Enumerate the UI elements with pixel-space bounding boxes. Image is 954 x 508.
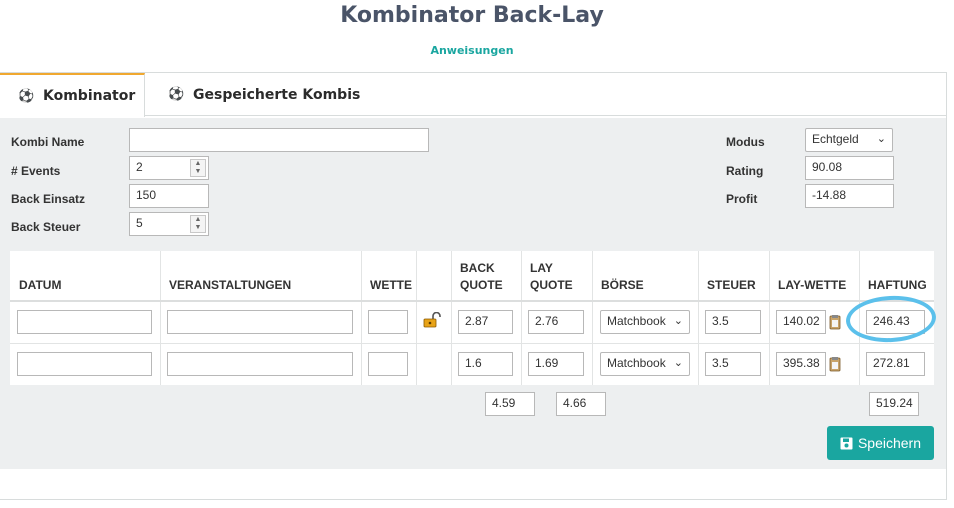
row1-boerse-value: Matchbook bbox=[607, 314, 666, 328]
profit-input[interactable]: -14.88 bbox=[805, 184, 894, 208]
modus-label: Modus bbox=[726, 135, 765, 149]
instructions-link[interactable]: Anweisungen bbox=[0, 44, 944, 57]
tab-kombinator[interactable]: ⚽ Kombinator bbox=[0, 73, 145, 117]
events-stepper[interactable]: ▲ ▼ bbox=[190, 159, 206, 177]
row1-steuer-input[interactable]: 3.5 bbox=[705, 310, 761, 334]
header-haftung: HAFTUNG bbox=[868, 278, 927, 292]
back-steuer-label: Back Steuer bbox=[11, 220, 81, 234]
row1-lay-quote-input[interactable]: 2.76 bbox=[528, 310, 584, 334]
row2-datum-input[interactable] bbox=[17, 352, 152, 376]
events-value: 2 bbox=[136, 160, 143, 174]
header-steuer: STEUER bbox=[707, 278, 756, 292]
rating-input[interactable]: 90.08 bbox=[805, 156, 894, 180]
row1-veranstaltung-input[interactable] bbox=[167, 310, 353, 334]
modus-value: Echtgeld bbox=[812, 132, 859, 146]
page-title: Kombinator Back-Lay bbox=[340, 3, 604, 28]
header-boerse: BÖRSE bbox=[601, 278, 644, 292]
row1-wette-input[interactable] bbox=[368, 310, 408, 334]
tab-gespeicherte-kombis[interactable]: ⚽ Gespeicherte Kombis bbox=[168, 73, 360, 116]
tab-gespeicherte-kombis-label: Gespeicherte Kombis bbox=[193, 86, 361, 103]
row1-boerse-select[interactable]: Matchbook ⌄ bbox=[600, 310, 690, 334]
chevron-down-icon: ⌄ bbox=[673, 315, 683, 327]
header-back-quote-line2: QUOTE bbox=[460, 278, 503, 292]
row2-haftung-input[interactable]: 272.81 bbox=[866, 352, 925, 376]
col-divider bbox=[698, 251, 699, 385]
chevron-down-icon: ⌄ bbox=[673, 357, 683, 369]
header-veranstaltungen: VERANSTALTUNGEN bbox=[169, 278, 292, 292]
col-divider bbox=[451, 251, 452, 385]
events-label: # Events bbox=[11, 164, 61, 178]
row2-lay-wette-input[interactable]: 395.38 bbox=[776, 352, 826, 376]
col-divider bbox=[769, 251, 770, 385]
row2-veranstaltung-input[interactable] bbox=[167, 352, 353, 376]
row2-boerse-select[interactable]: Matchbook ⌄ bbox=[600, 352, 690, 376]
row2-steuer-input[interactable]: 3.5 bbox=[705, 352, 761, 376]
header-datum: DATUM bbox=[19, 278, 62, 292]
header-back-quote: BACK QUOTE bbox=[460, 260, 503, 294]
page: Kombinator Back-Lay Anweisungen ⚽ Kombin… bbox=[0, 0, 954, 508]
chevron-down-icon: ⌄ bbox=[876, 133, 886, 145]
clipboard-icon[interactable] bbox=[829, 314, 841, 330]
save-button[interactable]: Speichern bbox=[827, 426, 934, 460]
header-back-quote-line1: BACK bbox=[460, 261, 495, 275]
header-lay-wette: LAY-WETTE bbox=[778, 278, 847, 292]
profit-label: Profit bbox=[726, 192, 758, 206]
header-wette: WETTE bbox=[370, 278, 412, 292]
events-input[interactable]: 2 ▲ ▼ bbox=[129, 156, 209, 180]
header-lay-quote-line2: QUOTE bbox=[530, 278, 573, 292]
col-divider bbox=[416, 251, 417, 385]
total-back-quote: 4.59 bbox=[485, 392, 535, 416]
col-divider bbox=[160, 251, 161, 385]
back-steuer-stepper[interactable]: ▲ ▼ bbox=[190, 215, 206, 233]
row-divider bbox=[10, 343, 934, 344]
unlock-icon[interactable] bbox=[422, 312, 442, 328]
tab-kombinator-label: Kombinator bbox=[43, 88, 136, 104]
row2-back-quote-input[interactable]: 1.6 bbox=[458, 352, 513, 376]
row2-lay-quote-input[interactable]: 1.69 bbox=[528, 352, 584, 376]
row2-wette-input[interactable] bbox=[368, 352, 408, 376]
dribbble-icon: ⚽ bbox=[18, 88, 35, 104]
row1-back-quote-input[interactable]: 2.87 bbox=[458, 310, 513, 334]
clipboard-icon[interactable] bbox=[829, 356, 841, 372]
back-steuer-value: 5 bbox=[136, 216, 143, 230]
dribbble-icon: ⚽ bbox=[168, 87, 185, 102]
modus-select[interactable]: Echtgeld ⌄ bbox=[805, 128, 893, 152]
back-steuer-input[interactable]: 5 ▲ ▼ bbox=[129, 212, 209, 236]
tab-bar: ⚽ Kombinator ⚽ Gespeicherte Kombis bbox=[0, 73, 946, 117]
col-divider bbox=[592, 251, 593, 385]
total-haftung: 519.24 bbox=[869, 392, 919, 416]
col-divider bbox=[521, 251, 522, 385]
rating-label: Rating bbox=[726, 164, 764, 178]
floppy-disk-icon bbox=[840, 437, 853, 449]
header-lay-quote-line1: LAY bbox=[530, 261, 553, 275]
save-button-label: Speichern bbox=[857, 435, 922, 451]
header-divider bbox=[10, 300, 934, 302]
header-lay-quote: LAY QUOTE bbox=[530, 260, 573, 294]
row1-lay-wette-input[interactable]: 140.02 bbox=[776, 310, 826, 334]
col-divider bbox=[361, 251, 362, 385]
kombi-name-label: Kombi Name bbox=[11, 135, 85, 149]
row1-datum-input[interactable] bbox=[17, 310, 152, 334]
back-einsatz-input[interactable]: 150 bbox=[129, 184, 209, 208]
total-lay-quote: 4.66 bbox=[556, 392, 606, 416]
row2-boerse-value: Matchbook bbox=[607, 356, 666, 370]
kombi-name-input[interactable] bbox=[129, 128, 429, 152]
back-einsatz-label: Back Einsatz bbox=[11, 192, 86, 206]
